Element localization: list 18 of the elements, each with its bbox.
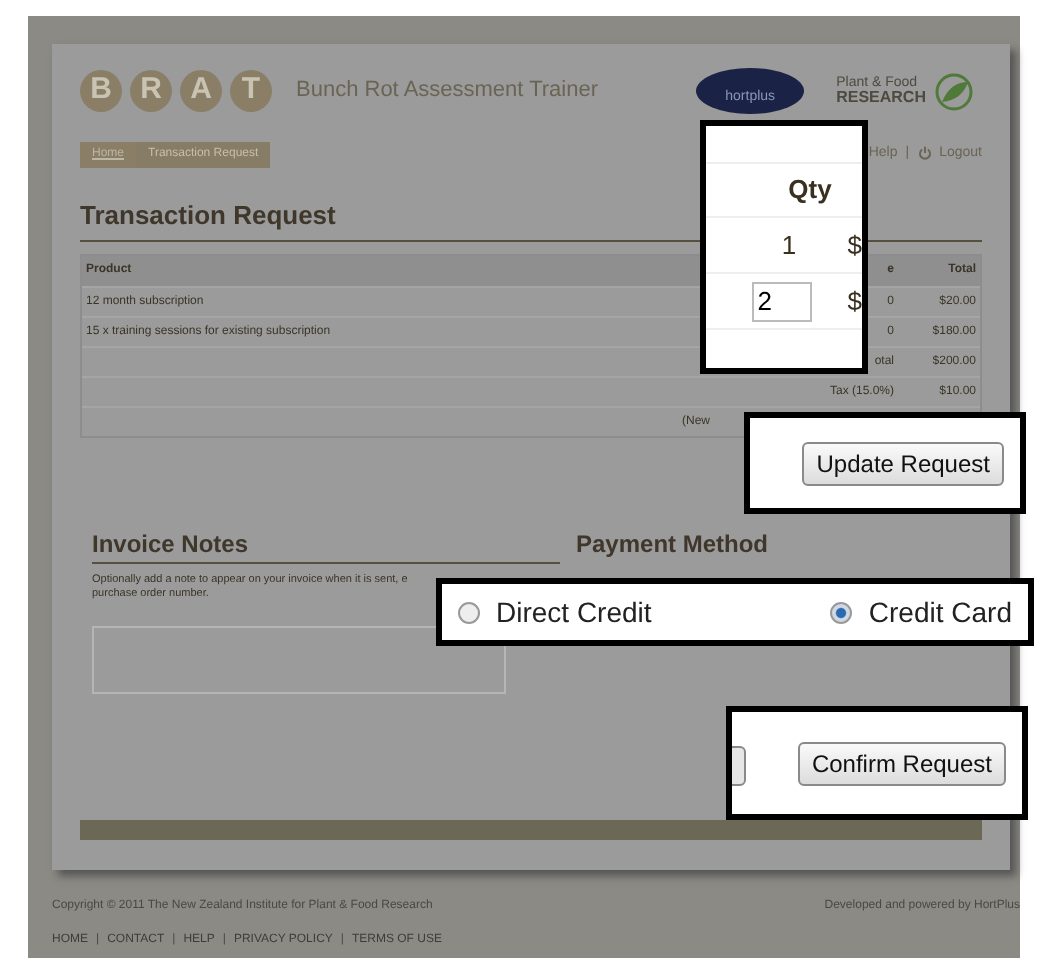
option-label[interactable]: Direct Credit xyxy=(496,591,652,633)
update-request-button[interactable]: Update Request xyxy=(802,441,1004,485)
qty-field[interactable]: 2 xyxy=(751,281,812,321)
leaf-icon xyxy=(934,71,974,111)
logo-letter: R xyxy=(130,70,172,112)
radio-button[interactable] xyxy=(830,601,853,623)
confirm-request-button[interactable]: Confirm Request xyxy=(797,741,1006,785)
logo-letter: B xyxy=(80,70,122,112)
radio-button[interactable] xyxy=(458,601,480,623)
logo-letter: A xyxy=(180,70,222,112)
option-label[interactable]: Credit Card xyxy=(868,591,1012,633)
currency-text: $ xyxy=(847,283,862,320)
notes-field[interactable] xyxy=(92,625,506,694)
logo-letter: T xyxy=(230,70,272,112)
section-title: Invoice Notes xyxy=(92,525,560,563)
tagline-text: Bunch Rot Assessment Trainer xyxy=(296,76,599,107)
power-icon xyxy=(917,146,932,161)
section-title: Payment Method xyxy=(576,527,769,561)
